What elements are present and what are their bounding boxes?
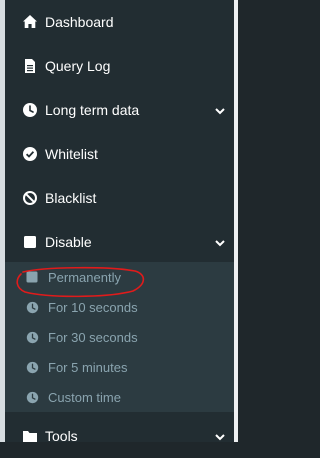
submenu-item-10-seconds[interactable]: For 10 seconds: [5, 292, 234, 322]
clock-icon: [25, 360, 39, 374]
sidebar-item-label: Disable: [45, 234, 92, 250]
sidebar-item-query-log[interactable]: Query Log: [5, 44, 234, 88]
home-icon: [22, 14, 38, 30]
sidebar-item-label: Long term data: [45, 102, 140, 118]
sidebar-item-whitelist[interactable]: Whitelist: [5, 132, 234, 176]
chevron-down-icon: [214, 104, 226, 116]
sidebar-item-long-term-data[interactable]: Long term data: [5, 88, 234, 132]
submenu-item-label: Permanently: [48, 269, 121, 285]
disable-submenu: Permanently For 10 seconds For 30 second…: [5, 262, 234, 412]
clock-icon: [22, 102, 38, 118]
chevron-down-icon: [214, 236, 226, 248]
page-edge-right: [234, 0, 238, 442]
clock-icon: [25, 330, 39, 344]
stop-square-icon: [22, 234, 38, 250]
sidebar-item-dashboard[interactable]: Dashboard: [5, 0, 234, 44]
sidebar-item-label: Query Log: [45, 58, 111, 74]
submenu-item-label: Custom time: [48, 389, 121, 405]
submenu-item-30-seconds[interactable]: For 30 seconds: [5, 322, 234, 352]
chevron-down-icon: [214, 430, 226, 442]
clock-icon: [25, 390, 39, 404]
sidebar-item-tools[interactable]: Tools: [5, 414, 234, 458]
sidebar-item-label: Whitelist: [45, 146, 98, 162]
sidebar-item-label: Dashboard: [45, 14, 114, 30]
submenu-item-5-minutes[interactable]: For 5 minutes: [5, 352, 234, 382]
sidebar-item-label: Blacklist: [45, 190, 97, 206]
check-circle-icon: [22, 146, 38, 162]
submenu-item-permanently[interactable]: Permanently: [5, 262, 234, 292]
sidebar-item-blacklist[interactable]: Blacklist: [5, 176, 234, 220]
submenu-item-label: For 30 seconds: [48, 329, 138, 345]
file-icon: [22, 58, 38, 74]
sidebar-item-disable[interactable]: Disable: [5, 220, 234, 264]
submenu-item-custom-time[interactable]: Custom time: [5, 382, 234, 412]
sidebar-menu: Dashboard Query Log Long term data White…: [5, 0, 234, 444]
submenu-item-label: For 5 minutes: [48, 359, 128, 375]
stop-square-icon: [25, 270, 39, 284]
ban-icon: [22, 190, 38, 206]
clock-icon: [25, 300, 39, 314]
submenu-item-label: For 10 seconds: [48, 299, 138, 315]
